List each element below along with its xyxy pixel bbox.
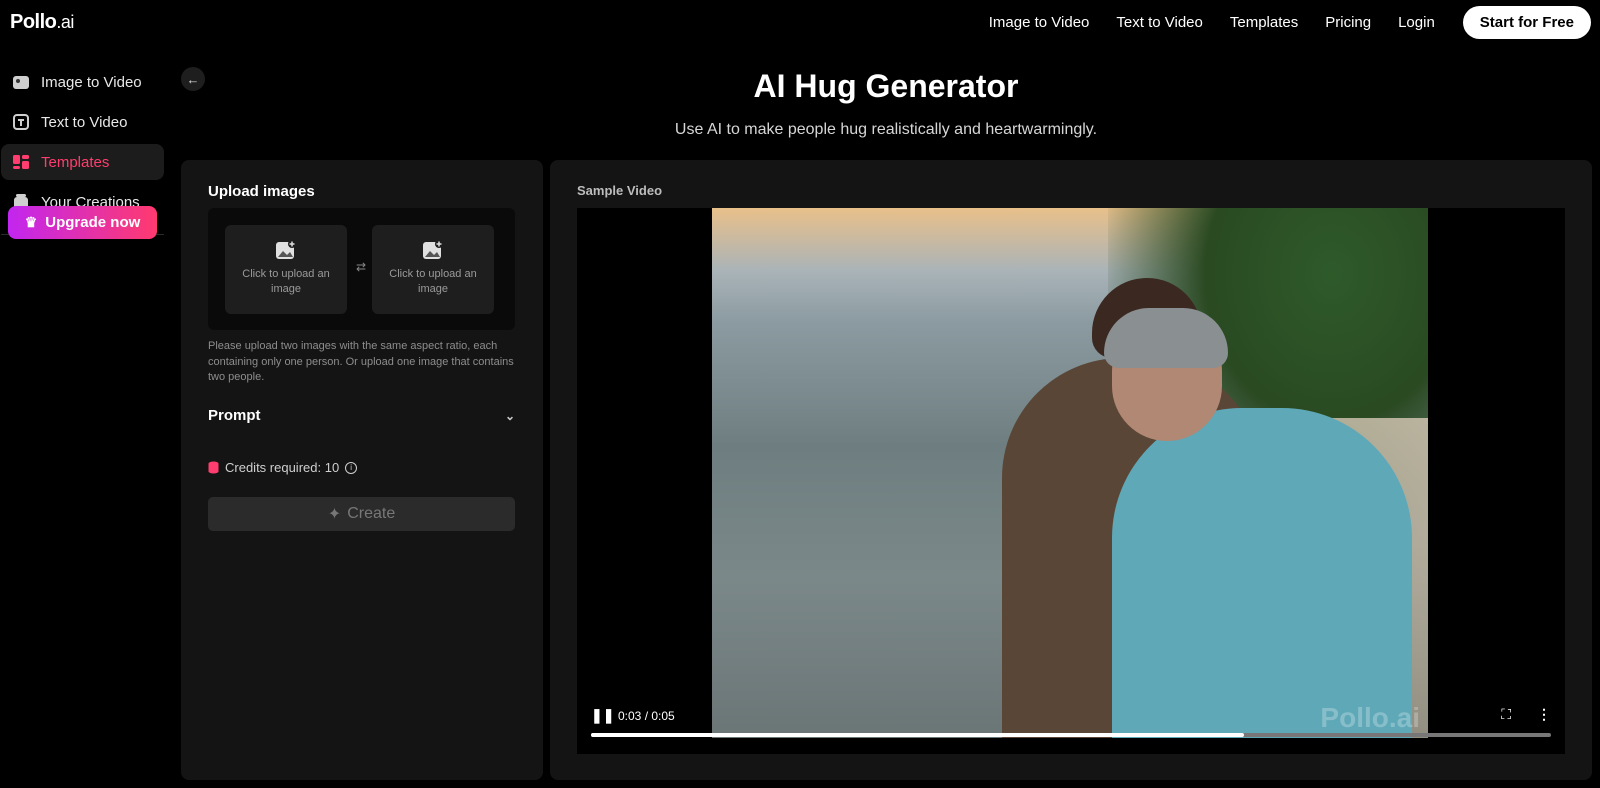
more-options-icon[interactable]: ⋮	[1537, 706, 1551, 723]
video-frame: Pollo.ai	[712, 208, 1428, 738]
sidebar-item-label: Templates	[41, 153, 110, 171]
add-image-icon	[423, 240, 443, 259]
credits-text: Credits required: 10	[225, 460, 340, 475]
nav-templates[interactable]: Templates	[1230, 14, 1298, 31]
video-person-b	[1112, 408, 1412, 738]
chevron-down-icon: ⌄	[504, 408, 515, 423]
coins-icon	[208, 461, 219, 474]
top-bar: Pollo.ai Image to Video Text to Video Te…	[0, 0, 1600, 44]
nav-login[interactable]: Login	[1398, 14, 1435, 31]
sample-panel: Sample Video Pollo.ai ❚❚ 0:03 / 0:05 ⛶ ⋮	[550, 160, 1592, 780]
fullscreen-icon[interactable]: ⛶	[1501, 706, 1511, 723]
video-person-b-hair	[1104, 308, 1228, 368]
sample-heading: Sample Video	[577, 183, 663, 198]
nav-text-to-video[interactable]: Text to Video	[1116, 14, 1202, 31]
sparkle-icon: ✦	[327, 506, 342, 523]
sidebar-item-templates[interactable]: Templates	[1, 144, 164, 180]
video-time: 0:03 / 0:05	[618, 709, 675, 723]
add-image-icon	[276, 240, 296, 259]
pause-icon[interactable]: ❚❚	[591, 707, 614, 724]
top-nav: Image to Video Text to Video Templates P…	[989, 5, 1600, 39]
start-for-free-button[interactable]: Start for Free	[1462, 5, 1591, 39]
upload-slot-2[interactable]: Click to upload an image	[372, 225, 494, 314]
info-icon[interactable]: i	[345, 461, 358, 474]
video-progress-bar[interactable]	[591, 733, 1551, 737]
prompt-toggle[interactable]: Prompt ⌄	[208, 407, 515, 424]
page-title: AI Hug Generator	[753, 68, 1019, 104]
video-controls: ❚❚ 0:03 / 0:05 ⛶ ⋮	[577, 704, 1565, 754]
nav-pricing[interactable]: Pricing	[1325, 14, 1371, 31]
upload-area: Click to upload an image ⇄ Click to uplo…	[208, 208, 515, 330]
credits-info: Credits required: 10 i	[208, 460, 358, 475]
create-button[interactable]: ✦ Create	[208, 497, 515, 531]
nav-image-to-video[interactable]: Image to Video	[989, 14, 1090, 31]
upload-heading: Upload images	[208, 183, 315, 200]
video-progress-fill	[591, 733, 1244, 737]
upload-hint: Please upload two images with the same a…	[208, 340, 514, 383]
crown-icon: ♛	[24, 214, 38, 230]
upload-slot-1[interactable]: Click to upload an image	[225, 225, 347, 314]
page-subtitle: Use AI to make people hug realistically …	[674, 121, 1098, 138]
prompt-label: Prompt	[208, 407, 261, 424]
upgrade-now-button[interactable]: ♛ Upgrade now	[8, 206, 157, 239]
templates-icon	[12, 153, 30, 171]
logo[interactable]: Pollo.ai	[10, 11, 74, 34]
sample-video[interactable]: Pollo.ai ❚❚ 0:03 / 0:05 ⛶ ⋮	[577, 208, 1565, 754]
generator-panel: Upload images Click to upload an image ⇄…	[181, 160, 543, 780]
swap-icon[interactable]: ⇄	[356, 260, 366, 274]
